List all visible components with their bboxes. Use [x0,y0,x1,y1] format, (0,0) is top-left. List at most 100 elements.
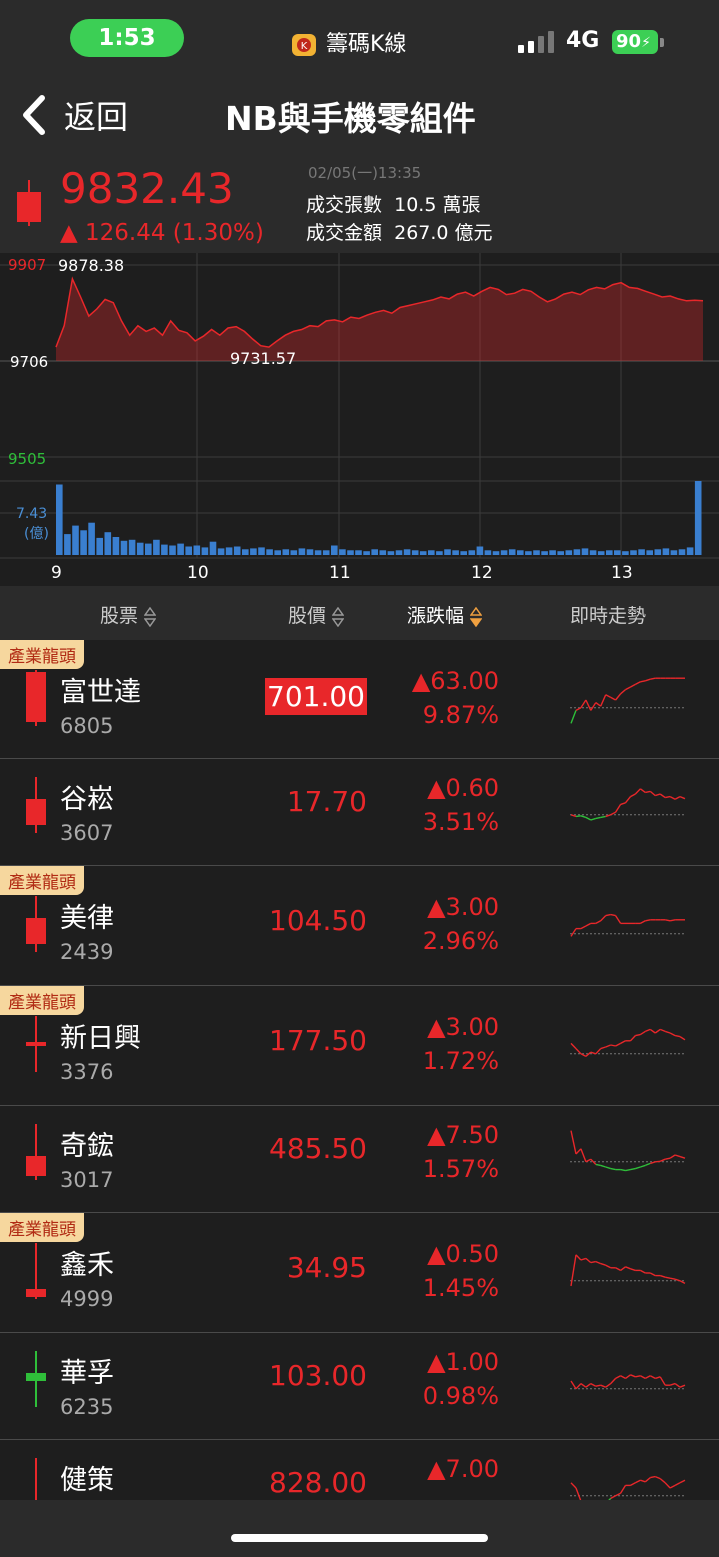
app-logo-icon: K [292,34,316,56]
back-button[interactable]: 返回 [20,92,128,138]
stock-name: 健策 [60,1465,114,1496]
stock-change: ▲7.00 [427,1455,499,1483]
x-tick-12: 12 [471,563,493,583]
stock-change-pct: 1.57% [422,1155,499,1183]
sort-by-change[interactable]: 漲跌幅 [407,601,483,628]
volume-bar [355,550,362,555]
sort-icon [144,606,157,627]
stock-change-pct: 2.96% [422,927,499,955]
sort-by-stock[interactable]: 股票 [100,601,157,628]
volume-bar [436,551,443,555]
trend-sparkline [570,913,686,937]
volume-bar [622,551,629,555]
volume-info: 成交張數 10.5 萬張 [306,190,480,217]
stock-change: ▲0.50 [427,1240,499,1268]
volume-bar [646,550,653,555]
amount-label: 成交金額 [306,222,383,244]
stock-change-pct: 1.72% [422,1047,499,1075]
volume-bar [638,549,645,555]
volume-bar [387,551,395,555]
volume-bar [395,550,403,555]
home-indicator [0,1500,719,1557]
y-tick-high: 9907 [8,256,47,274]
stock-name: 富世達 [60,677,141,708]
volume-bar [104,532,112,555]
volume-bar [88,522,95,555]
volume-bar [193,545,201,555]
volume-bar [161,544,168,555]
battery-level: 90 [616,31,642,52]
volume-bar [533,550,540,555]
stock-code: 3017 [60,1168,114,1192]
volume-bar [128,539,136,555]
volume-bar [371,549,378,555]
stock-row[interactable]: 產業龍頭 富世達 6805 701.00 ▲63.00 9.87% [0,640,719,759]
stock-price: 34.95 [286,1251,367,1284]
volume-bar [678,549,686,555]
stock-row[interactable]: 產業龍頭 美律 2439 104.50 ▲3.00 2.96% [0,866,719,986]
stock-name: 華孚 [60,1358,114,1389]
stock-change: ▲63.00 [411,667,499,695]
stock-price: 103.00 [269,1359,367,1392]
quote-datetime: 02/05(一)13:35 [308,164,422,182]
volume-bar [565,550,573,555]
candlestick-icon [26,1016,46,1072]
candlestick-icon [26,1124,46,1180]
stock-price: 828.00 [269,1466,367,1499]
volume-bar [670,550,678,555]
industry-leader-badge: 產業龍頭 [0,1213,84,1242]
stock-row[interactable]: 產業龍頭 新日興 3376 177.50 ▲3.00 1.72% [0,986,719,1106]
stock-code: 6805 [60,714,114,738]
candlestick-icon [26,777,46,833]
intraday-chart[interactable]: 9907 9878.38 9706 9731.57 9505 7.43 (億) … [0,253,719,586]
stock-code: 2439 [60,940,114,964]
stock-name: 美律 [60,903,114,934]
volume-bar [525,551,532,555]
home-indicator-bar [231,1534,488,1542]
volume-bar [686,547,694,555]
trend-sparkline [570,677,686,724]
index-change: ▲ 126.44 (1.30%) [60,220,264,246]
industry-leader-badge: 產業龍頭 [0,986,84,1015]
volume-bar [411,550,419,555]
stock-row[interactable]: 華孚 6235 103.00 ▲1.00 0.98% [0,1333,719,1440]
stock-row[interactable]: 奇鋐 3017 485.50 ▲7.50 1.57% [0,1106,719,1213]
volume-bar [136,542,144,555]
volume-bar [64,534,71,555]
candlestick-icon [26,896,46,952]
stock-code: 3607 [60,821,114,845]
stock-row[interactable]: 產業龍頭 鑫禾 4999 34.95 ▲0.50 1.45% [0,1213,719,1333]
stock-row[interactable]: 谷崧 3607 17.70 ▲0.60 3.51% [0,759,719,866]
volume-bar [557,551,564,555]
candle-icon [17,180,41,226]
header-stock-label: 股票 [100,605,139,627]
industry-leader-badge: 產業龍頭 [0,866,84,895]
volume-bar [201,547,209,555]
volume-label: 成交張數 [306,194,383,216]
sort-by-price[interactable]: 股價 [288,601,345,628]
volume-bar [217,548,225,555]
volume-bar [306,549,314,555]
stock-price: 485.50 [269,1132,367,1165]
trend-sparkline [570,1028,686,1058]
volume-bar [250,548,257,555]
high-label: 9878.38 [58,256,125,275]
candlestick-icon [26,670,46,726]
stock-price: 701.00 [265,678,367,715]
volume-bar [96,537,103,555]
volume-bar [484,550,492,555]
volume-bar [379,550,387,555]
stock-list: 產業龍頭 富世達 6805 701.00 ▲63.00 9.87% 谷崧 3607 17.70 ▲… [0,640,719,1521]
volume-bar [290,550,298,555]
volume-bar [654,549,662,555]
candlestick-icon [26,1351,46,1407]
x-tick-11: 11 [329,563,351,583]
trend-sparkline [570,788,686,821]
volume-bar [72,525,79,555]
stock-name: 谷崧 [60,784,114,815]
volume-unit-label: (億) [24,526,49,542]
volume-bar [444,549,451,555]
header-trend-label: 即時走勢 [570,605,647,627]
volume-bar [363,551,370,555]
sort-active-icon [470,606,483,627]
